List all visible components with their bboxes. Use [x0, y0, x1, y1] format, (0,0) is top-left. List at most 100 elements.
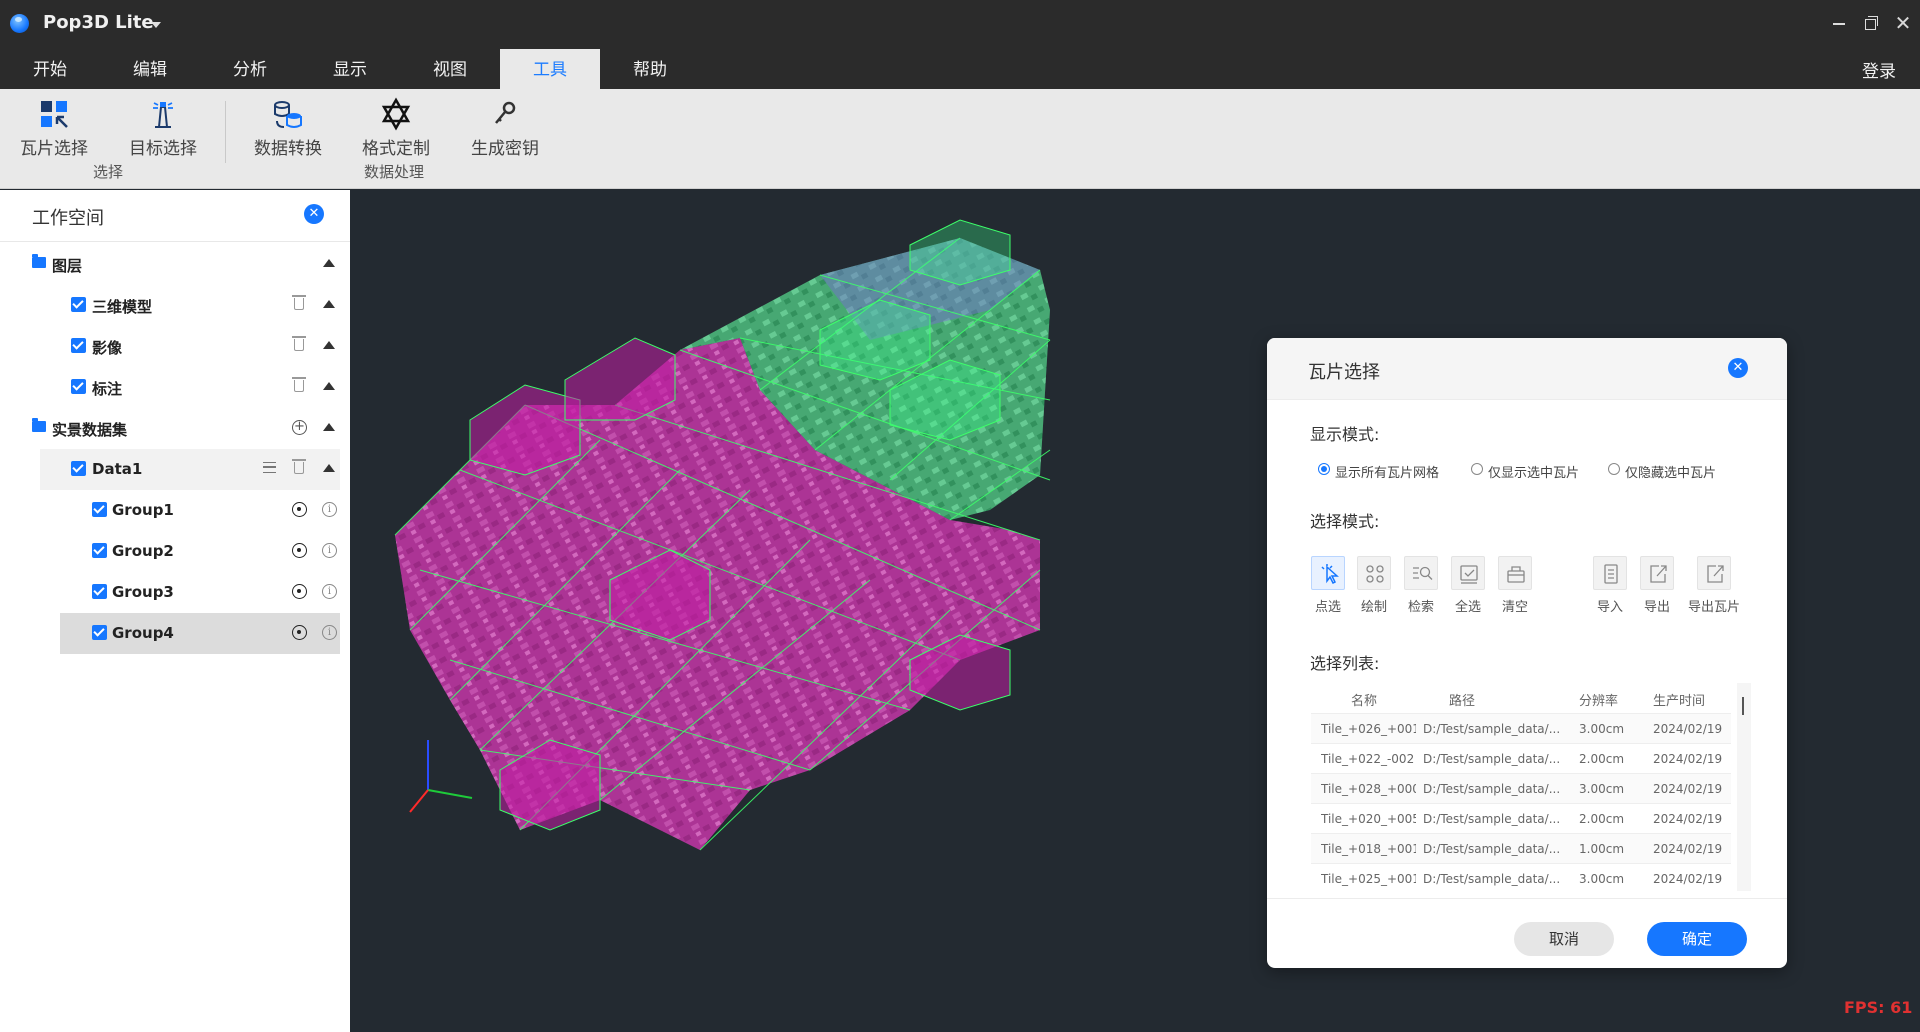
tab-start[interactable]: 开始: [0, 49, 100, 89]
cancel-button[interactable]: 取消: [1514, 922, 1614, 956]
layer-checkbox[interactable]: [71, 297, 86, 312]
workspace-panel: 工作空间 ✕ 图层 三维模型 影像 标注 实景数据集 + Data1 Group…: [0, 190, 350, 1032]
target-select-button[interactable]: 目标选择: [115, 97, 211, 161]
table-cell: D:/Test/sample_data/...: [1423, 812, 1561, 826]
tool-clear-button[interactable]: 清空: [1494, 556, 1536, 615]
locate-target-icon[interactable]: [292, 584, 307, 599]
add-circle-icon[interactable]: +: [292, 420, 307, 435]
star-of-david-icon: [381, 97, 411, 131]
group-checkbox[interactable]: [92, 625, 107, 640]
trash-icon[interactable]: [292, 459, 306, 474]
table-cell: Tile_+026_+001: [1321, 722, 1416, 736]
table-row[interactable]: Tile_+028_+000 D:/Test/sample_data/... 3.0…: [1311, 773, 1731, 803]
table-cell: 2.00cm: [1579, 812, 1625, 826]
key-icon: [495, 101, 516, 124]
tree-node-dataset[interactable]: 实景数据集 +: [0, 408, 350, 449]
data-convert-button[interactable]: 数据转换: [240, 97, 336, 161]
tree-node-group[interactable]: Group3 i: [60, 572, 340, 613]
radio-checked-icon: [1318, 463, 1330, 475]
group-checkbox[interactable]: [92, 584, 107, 599]
app-title: Pop3D Lite: [43, 12, 154, 33]
app-menu-chevron-down-icon[interactable]: [151, 22, 161, 28]
tree-node-layer[interactable]: 影像: [0, 326, 350, 367]
list-icon[interactable]: [263, 462, 276, 473]
collapse-up-icon[interactable]: [323, 259, 335, 267]
collapse-up-icon[interactable]: [323, 300, 335, 308]
info-icon[interactable]: i: [322, 502, 337, 517]
layer-checkbox[interactable]: [71, 379, 86, 394]
table-row[interactable]: Tile_+025_+001 D:/Test/sample_data/... 3.0…: [1311, 863, 1731, 891]
table-row[interactable]: Tile_+020_+005 D:/Test/sample_data/... 2.0…: [1311, 803, 1731, 833]
info-icon[interactable]: i: [322, 543, 337, 558]
tree-node-layers[interactable]: 图层: [0, 244, 350, 285]
trash-icon[interactable]: [292, 295, 306, 310]
table-cell: 2.00cm: [1579, 752, 1625, 766]
locate-target-icon[interactable]: [292, 625, 307, 640]
minimize-button[interactable]: [1828, 12, 1850, 34]
workspace-close-icon[interactable]: ✕: [304, 204, 324, 224]
restore-button[interactable]: [1860, 12, 1882, 34]
tool-export-button[interactable]: 导出: [1636, 556, 1678, 615]
import-doc-icon: [1593, 556, 1627, 590]
info-icon[interactable]: i: [322, 625, 337, 640]
locate-target-icon[interactable]: [292, 543, 307, 558]
collapse-up-icon[interactable]: [323, 382, 335, 390]
info-icon[interactable]: i: [322, 584, 337, 599]
dialog-header: 瓦片选择 ✕: [1267, 338, 1787, 400]
workspace-title: 工作空间: [32, 208, 104, 229]
tab-help[interactable]: 帮助: [600, 49, 700, 89]
trash-icon[interactable]: [292, 377, 306, 392]
tree-node-data1[interactable]: Data1: [40, 449, 340, 490]
radio-hide-selected[interactable]: 仅隐藏选中瓦片: [1608, 462, 1716, 481]
collapse-up-icon[interactable]: [323, 341, 335, 349]
group-checkbox[interactable]: [92, 502, 107, 517]
folder-icon: [32, 418, 46, 432]
tree-node-group-selected[interactable]: Group4 i: [60, 613, 340, 654]
data-checkbox[interactable]: [71, 461, 86, 476]
table-cell: Tile_+022_-002: [1321, 752, 1415, 766]
login-link[interactable]: 登录: [1862, 57, 1896, 82]
confirm-button[interactable]: 确定: [1647, 922, 1747, 956]
tab-edit[interactable]: 编辑: [100, 49, 200, 89]
export-tiles-icon: [1697, 556, 1731, 590]
radio-show-selected-only[interactable]: 仅显示选中瓦片: [1471, 462, 1579, 481]
tab-analysis[interactable]: 分析: [200, 49, 300, 89]
table-cell: 2024/02/19: [1653, 752, 1723, 766]
workspace-header: 工作空间 ✕: [0, 190, 350, 242]
radio-show-all-grid[interactable]: 显示所有瓦片网格: [1318, 462, 1439, 481]
table-row[interactable]: Tile_+018_+001 D:/Test/sample_data/... 1.0…: [1311, 833, 1731, 863]
tool-draw-button[interactable]: 绘制: [1353, 556, 1395, 615]
tree-node-group[interactable]: Group2 i: [60, 531, 340, 572]
generate-key-button[interactable]: 生成密钥: [457, 97, 553, 161]
tool-point-select-button[interactable]: 点选: [1307, 556, 1349, 615]
menu-tabs: 开始 编辑 分析 显示 视图 工具 帮助: [0, 49, 700, 89]
tree-node-layer[interactable]: 三维模型: [0, 285, 350, 326]
table-row[interactable]: Tile_+022_-002 D:/Test/sample_data/... 2.0…: [1311, 743, 1731, 773]
tile-select-dialog: 瓦片选择 ✕ 显示模式: 显示所有瓦片网格 仅显示选中瓦片 仅隐藏选中瓦片 选择…: [1267, 338, 1787, 968]
trash-icon[interactable]: [292, 336, 306, 351]
tree-node-group[interactable]: Group1 i: [60, 490, 340, 531]
table-scrollbar[interactable]: [1737, 683, 1751, 891]
table-cell: D:/Test/sample_data/...: [1423, 872, 1561, 886]
tool-export-tiles-button[interactable]: 导出瓦片: [1679, 556, 1749, 615]
tab-display[interactable]: 显示: [300, 49, 400, 89]
collapse-up-icon[interactable]: [323, 423, 335, 431]
table-cell: 1.00cm: [1579, 842, 1625, 856]
locate-target-icon[interactable]: [292, 502, 307, 517]
layer-checkbox[interactable]: [71, 338, 86, 353]
dialog-close-icon[interactable]: ✕: [1728, 358, 1748, 378]
table-row[interactable]: Tile_+026_+001 D:/Test/sample_data/... 3.0…: [1311, 713, 1731, 743]
tool-import-button[interactable]: 导入: [1589, 556, 1631, 615]
close-window-button[interactable]: ✕: [1892, 12, 1914, 34]
tile-select-button[interactable]: 瓦片选择: [6, 97, 102, 161]
collapse-up-icon[interactable]: [323, 464, 335, 472]
tool-search-button[interactable]: 检索: [1400, 556, 1442, 615]
format-custom-button[interactable]: 格式定制: [348, 97, 444, 161]
scrollbar-thumb[interactable]: [1742, 697, 1744, 715]
tab-view[interactable]: 视图: [400, 49, 500, 89]
group-checkbox[interactable]: [92, 543, 107, 558]
tool-select-all-button[interactable]: 全选: [1447, 556, 1489, 615]
tab-tools[interactable]: 工具: [500, 49, 600, 89]
tree-node-layer[interactable]: 标注: [0, 367, 350, 408]
table-cell: D:/Test/sample_data/...: [1423, 722, 1561, 736]
